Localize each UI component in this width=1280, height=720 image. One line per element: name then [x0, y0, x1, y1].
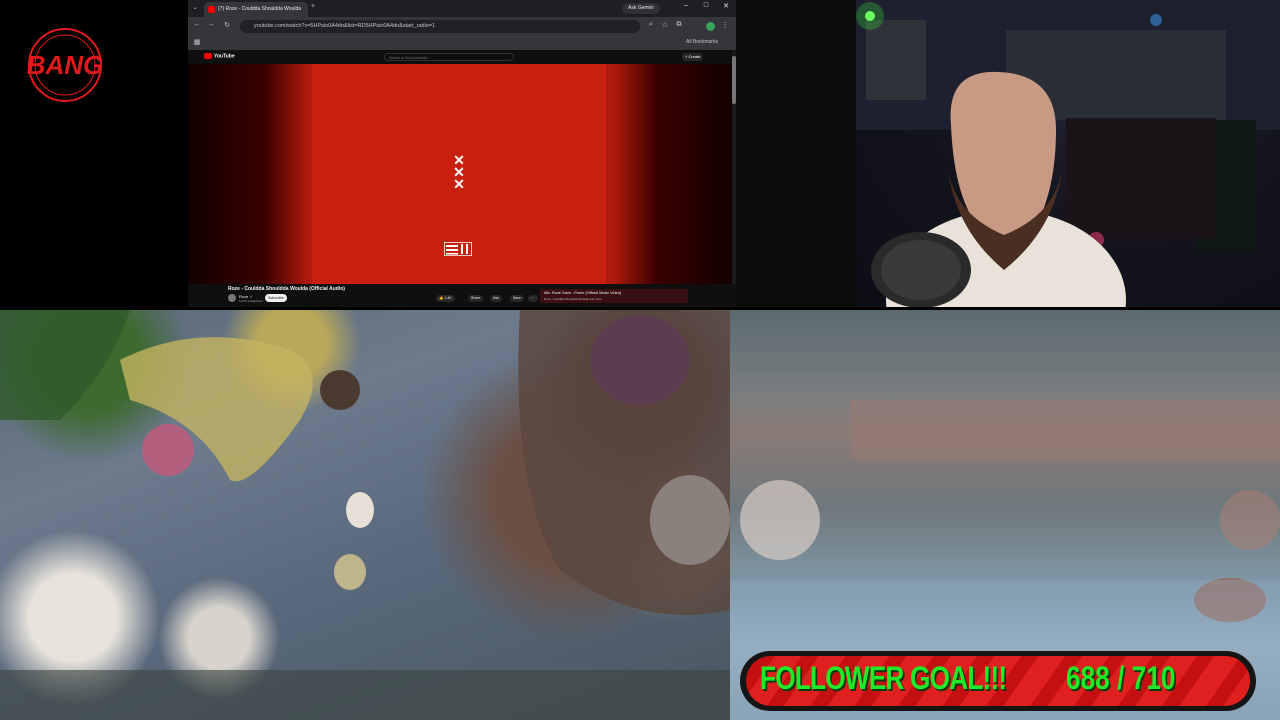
- mix-title: Mix: Roze Gave - Poem (Official Music Vi…: [544, 291, 622, 295]
- bookmark-star-icon[interactable]: ☆: [660, 21, 670, 29]
- bookmarks-bar: ▦ All Bookmarks: [188, 36, 736, 51]
- subscribe-button[interactable]: Subscribe: [265, 294, 287, 302]
- bang-logo: BANG: [22, 26, 108, 104]
- webcam-feed: [736, 0, 1280, 307]
- album-art: ✕ ✕ ✕: [312, 64, 606, 284]
- more-actions-button[interactable]: ⋯: [528, 295, 538, 302]
- svg-text:BANG: BANG: [27, 50, 104, 80]
- profile-avatar[interactable]: [706, 22, 715, 31]
- youtube-header: YouTube Search or find a channel + Creat…: [188, 50, 736, 64]
- subscriber-count: 6.47K subscribers: [239, 299, 264, 303]
- tab-strip: ⌄ (7) Roze - Couldda Shouldda Woulda + A…: [188, 0, 736, 17]
- toolbar: ← → ↻ youtube.com/watch?v=5HPsio0A4do&li…: [188, 17, 736, 36]
- create-button[interactable]: + Create: [682, 53, 704, 61]
- follower-goal-label: FOLLOWER GOAL!!!: [760, 660, 1007, 696]
- close-icon[interactable]: ✕: [720, 2, 732, 10]
- video-info: Roze - Couldda Shouldda Woulda (Official…: [188, 284, 736, 307]
- webcam-scene: [736, 0, 1280, 307]
- save-button[interactable]: Save: [510, 295, 524, 302]
- extensions-icon[interactable]: ⧉: [674, 21, 684, 29]
- tab-search-icon[interactable]: ⌄: [190, 4, 200, 11]
- browser-tab[interactable]: (7) Roze - Couldda Shouldda Woulda: [204, 2, 308, 17]
- menu-icon[interactable]: ⋮: [720, 21, 730, 29]
- mix-subtitle: Roze, Couldda Shouldda Woulda and more: [544, 297, 602, 301]
- new-tab-icon[interactable]: +: [308, 3, 318, 10]
- zoom-icon[interactable]: ⌕: [646, 21, 656, 29]
- channel-avatar[interactable]: [228, 294, 236, 302]
- back-icon[interactable]: ←: [192, 21, 202, 28]
- browser-window: ⌄ (7) Roze - Couldda Shouldda Woulda + A…: [188, 0, 736, 307]
- x-mark-icon: ✕: [453, 176, 465, 192]
- ask-button[interactable]: Ask: [490, 295, 502, 302]
- video-title: Roze - Couldda Shouldda Woulda (Official…: [228, 286, 345, 292]
- tab-title: (7) Roze - Couldda Shouldda Woulda: [218, 6, 302, 12]
- ask-gemini-button[interactable]: Ask Gemini: [622, 3, 660, 14]
- reload-icon[interactable]: ↻: [222, 21, 232, 29]
- apps-icon[interactable]: ▦: [192, 38, 202, 46]
- minimize-icon[interactable]: –: [680, 2, 692, 9]
- all-bookmarks-link[interactable]: All Bookmarks: [686, 39, 718, 45]
- follower-goal-count: 688 / 710: [1066, 660, 1176, 696]
- share-button[interactable]: Share: [468, 295, 484, 302]
- address-bar[interactable]: youtube.com/watch?v=5HPsio0A4do&list=RD5…: [240, 20, 640, 33]
- like-button[interactable]: 👍 1.4K: [436, 295, 455, 302]
- youtube-logo[interactable]: YouTube: [204, 53, 235, 59]
- youtube-favicon-icon: [208, 6, 215, 13]
- aquarium-left-scene: [0, 310, 730, 720]
- forward-icon[interactable]: →: [206, 21, 216, 28]
- album-logo-icon: [444, 242, 472, 256]
- maximize-icon[interactable]: □: [700, 2, 712, 9]
- youtube-search-input[interactable]: Search or find a channel: [384, 53, 514, 61]
- youtube-play-icon: [204, 53, 212, 59]
- aquarium-camera-left: [0, 310, 730, 720]
